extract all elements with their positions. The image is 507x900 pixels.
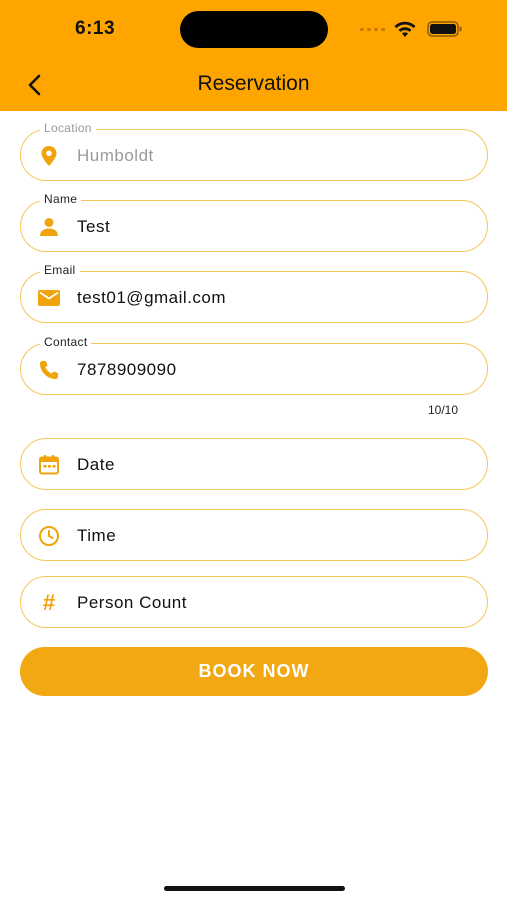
name-label: Name xyxy=(40,192,82,206)
email-field[interactable]: Email test01@gmail.com xyxy=(20,263,488,323)
mail-icon xyxy=(37,286,61,310)
phone-icon xyxy=(37,358,61,382)
dynamic-island xyxy=(180,11,328,48)
date-placeholder: Date xyxy=(77,455,115,474)
page-title: Reservation xyxy=(197,72,310,95)
location-field[interactable]: Location Humboldt xyxy=(20,121,488,181)
location-pin-icon xyxy=(37,144,61,168)
person-count-field[interactable]: # Person Count xyxy=(20,576,488,628)
contact-label: Contact xyxy=(40,335,92,349)
home-indicator xyxy=(164,886,345,891)
time-field[interactable]: Time xyxy=(20,509,488,561)
person-icon xyxy=(37,215,61,239)
calendar-icon xyxy=(37,453,61,477)
date-field[interactable]: Date xyxy=(20,438,488,490)
battery-icon xyxy=(427,21,462,37)
location-label: Location xyxy=(40,121,96,135)
person-count-placeholder: Person Count xyxy=(77,593,187,612)
name-input[interactable]: Test xyxy=(77,217,110,237)
cellular-signal-icon xyxy=(360,28,385,31)
contact-input[interactable]: 7878909090 xyxy=(77,360,177,380)
book-now-button[interactable]: BOOK NOW xyxy=(20,647,488,696)
status-bar-time: 6:13 xyxy=(75,18,116,39)
time-placeholder: Time xyxy=(77,526,117,545)
email-label: Email xyxy=(40,263,80,277)
name-field[interactable]: Name Test xyxy=(20,192,488,252)
contact-field[interactable]: Contact 7878909090 xyxy=(20,335,488,395)
location-value: Humboldt xyxy=(77,146,154,165)
hash-icon: # xyxy=(42,590,56,615)
email-input[interactable]: test01@gmail.com xyxy=(77,288,226,308)
clock-icon xyxy=(37,524,61,548)
contact-char-counter: 10/10 xyxy=(428,403,459,417)
wifi-icon xyxy=(394,21,416,37)
